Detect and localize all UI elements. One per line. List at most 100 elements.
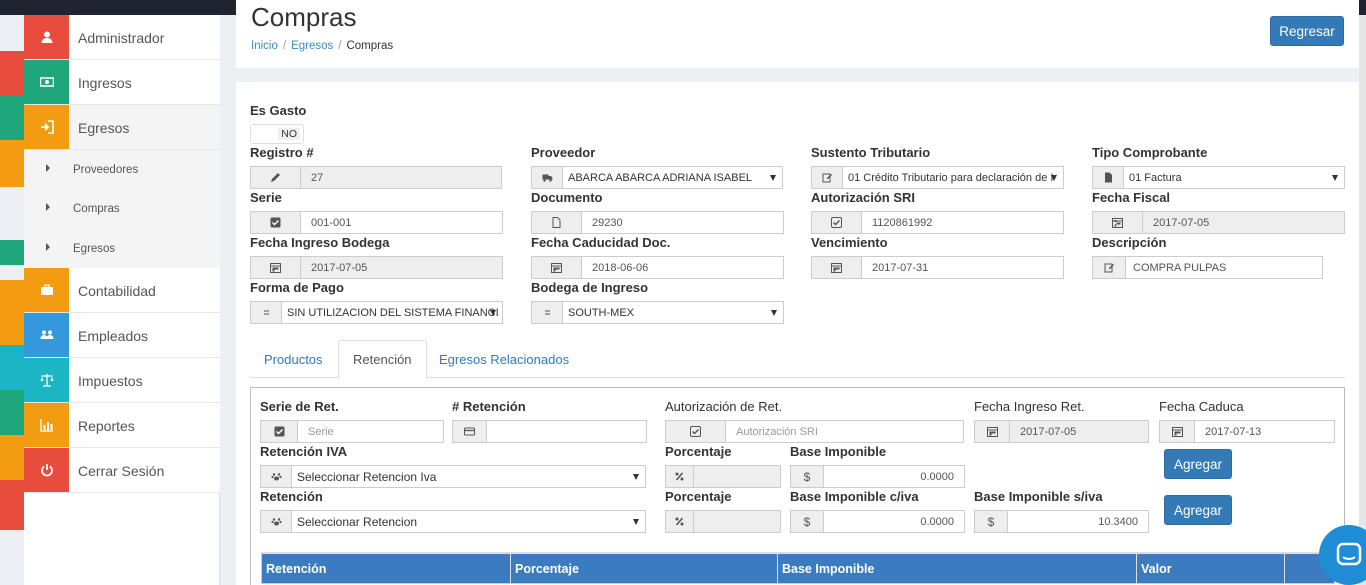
tab-productos[interactable]: Productos [250, 340, 337, 378]
retencion-iva-select[interactable]: Seleccionar Retencion Iva [260, 465, 646, 488]
numero-ret-input[interactable] [487, 421, 646, 442]
serie-field[interactable]: 001-001 [250, 211, 503, 234]
autorizacion-value[interactable]: 1120861992 [862, 212, 1063, 233]
agregar-retencion-button[interactable]: Agregar [1164, 495, 1232, 525]
submenu-item-egresos[interactable]: Egresos [24, 229, 220, 268]
fecha-caducidad-value[interactable]: 2018-06-06 [582, 257, 783, 278]
sidebar-item-ingresos[interactable]: Ingresos [24, 60, 220, 105]
porcentaje-iva-field [665, 465, 781, 488]
page-scrollbar[interactable] [1359, 15, 1366, 585]
serie-value[interactable]: 001-001 [301, 212, 502, 233]
chevron-down-icon [633, 474, 639, 480]
credit-card-icon [453, 421, 487, 442]
forma-pago-label: Forma de Pago [250, 280, 344, 295]
es-gasto-label: Es Gasto [250, 103, 307, 118]
descripcion-value[interactable]: COMPRA PULPAS [1126, 257, 1322, 278]
tab-retencion[interactable]: Retención [338, 340, 427, 379]
retencion-iva-text: Seleccionar Retencion Iva [297, 469, 437, 484]
money-icon [24, 60, 69, 104]
documento-value[interactable]: 29230 [582, 212, 783, 233]
descripcion-field[interactable]: COMPRA PULPAS [1092, 256, 1323, 279]
base-imponible-value[interactable]: 0.0000 [824, 466, 964, 487]
vencimiento-value[interactable]: 2017-07-31 [862, 257, 1063, 278]
sidebar-item-cerrar-sesion[interactable]: Cerrar Sesión [24, 448, 220, 493]
sidebar-item-administrador[interactable]: Administrador [24, 15, 220, 60]
documento-field[interactable]: 29230 [531, 211, 784, 234]
fecha-caduca-value[interactable]: 2017-07-13 [1195, 421, 1334, 442]
base-siva-value[interactable]: 10.3400 [1008, 511, 1148, 532]
vencimiento-label: Vencimiento [811, 235, 888, 250]
submenu-item-compras[interactable]: Compras [24, 189, 220, 228]
sidebar-item-label: Egresos [78, 120, 130, 136]
submenu-item-proveedores[interactable]: Proveedores [24, 150, 220, 189]
check-square-o-icon [666, 421, 726, 442]
base-imponible-field[interactable]: $ 0.0000 [790, 465, 965, 488]
column-header-retencion: Retención [262, 554, 511, 583]
porcentaje-renta-value [694, 511, 780, 532]
tab-egresos-relacionados[interactable]: Egresos Relacionados [425, 340, 583, 378]
sidebar-item-impuestos[interactable]: Impuestos [24, 358, 220, 403]
retencion-renta-select[interactable]: Seleccionar Retencion [260, 510, 646, 533]
fecha-caducidad-label: Fecha Caducidad Doc. [531, 235, 671, 250]
autorizacion-ret-input[interactable]: Autorización SRI [726, 421, 963, 442]
agregar-retencion-iva-button[interactable]: Agregar [1164, 449, 1232, 479]
list-icon [532, 302, 563, 323]
fecha-caducidad-field[interactable]: 2018-06-06 [531, 256, 784, 279]
chevron-down-icon [1051, 175, 1057, 181]
sidebar-item-label: Empleados [78, 328, 149, 344]
chevron-down-icon [771, 310, 777, 316]
base-civa-value[interactable]: 0.0000 [824, 511, 964, 532]
sidebar-item-label: Cerrar Sesión [78, 463, 165, 479]
retencion-iva-label: Retención IVA [260, 444, 348, 459]
edit-icon [812, 167, 843, 188]
porcentaje-iva-value [694, 466, 780, 487]
chevron-down-icon [770, 175, 776, 181]
autorizacion-field[interactable]: 1120861992 [811, 211, 1064, 234]
breadcrumb-current: Compras [346, 40, 394, 52]
documento-label: Documento [531, 190, 603, 205]
fecha-caduca-field[interactable]: 2017-07-13 [1159, 420, 1335, 443]
caret-right-icon [46, 203, 50, 211]
file-o-icon [532, 212, 582, 233]
sign-in-icon [24, 105, 69, 149]
collapsed-menu-strip [0, 15, 24, 535]
fecha-ingreso-ret-label: Fecha Ingreso Ret. [974, 399, 1085, 414]
percent-icon [666, 511, 694, 532]
breadcrumb-egresos[interactable]: Egresos [291, 40, 333, 52]
registro-field: 27 [250, 166, 502, 189]
sidebar-item-egresos[interactable]: Egresos [24, 105, 220, 150]
sidebar-item-label: Ingresos [78, 75, 132, 91]
breadcrumb: Inicio / Egresos / Compras [251, 40, 394, 52]
breadcrumb-inicio[interactable]: Inicio [251, 40, 278, 52]
fecha-ingreso-bodega-label: Fecha Ingreso Bodega [250, 235, 390, 250]
retencion-renta-text: Seleccionar Retencion [297, 514, 418, 529]
es-gasto-toggle[interactable]: NO [250, 124, 304, 144]
sidebar-item-empleados[interactable]: Empleados [24, 313, 220, 358]
base-civa-field[interactable]: $ 0.0000 [790, 510, 965, 533]
bodega-label: Bodega de Ingreso [531, 280, 649, 295]
retencion-renta-label: Retención [260, 489, 323, 504]
forma-pago-select[interactable]: SIN UTILIZACION DEL SISTEMA FINANCI [250, 301, 503, 324]
regresar-button[interactable]: Regresar [1270, 16, 1344, 46]
bodega-select[interactable]: SOUTH-MEX [531, 301, 784, 324]
calendar-icon [1160, 421, 1195, 442]
numero-ret-field[interactable] [452, 420, 647, 443]
sustento-select[interactable]: 01 Crédito Tributario para declaración d… [811, 166, 1064, 189]
check-square-o-icon [812, 212, 862, 233]
column-header-porcentaje: Porcentaje [511, 554, 778, 583]
fecha-fiscal-field: 2017-07-05 [1092, 211, 1345, 234]
sidebar-item-reportes[interactable]: Reportes [24, 403, 220, 448]
base-siva-field[interactable]: $ 10.3400 [974, 510, 1149, 533]
serie-ret-field[interactable]: Serie [260, 420, 444, 443]
tipo-comprobante-select[interactable]: 01 Factura [1092, 166, 1345, 189]
paw-icon [261, 466, 292, 487]
proveedor-select[interactable]: ABARCA ABARCA ADRIANA ISABEL [531, 166, 783, 189]
serie-ret-input[interactable]: Serie [298, 421, 443, 442]
sidebar-item-contabilidad[interactable]: Contabilidad [24, 268, 220, 313]
forma-pago-value: SIN UTILIZACION DEL SISTEMA FINANCI [282, 302, 502, 323]
content-header: Compras Inicio / Egresos / Compras Regresar [236, 0, 1359, 68]
autorizacion-ret-field[interactable]: Autorización SRI [665, 420, 964, 443]
bar-chart-icon [24, 403, 69, 447]
sidebar-item-label: Reportes [78, 418, 135, 434]
vencimiento-field[interactable]: 2017-07-31 [811, 256, 1064, 279]
